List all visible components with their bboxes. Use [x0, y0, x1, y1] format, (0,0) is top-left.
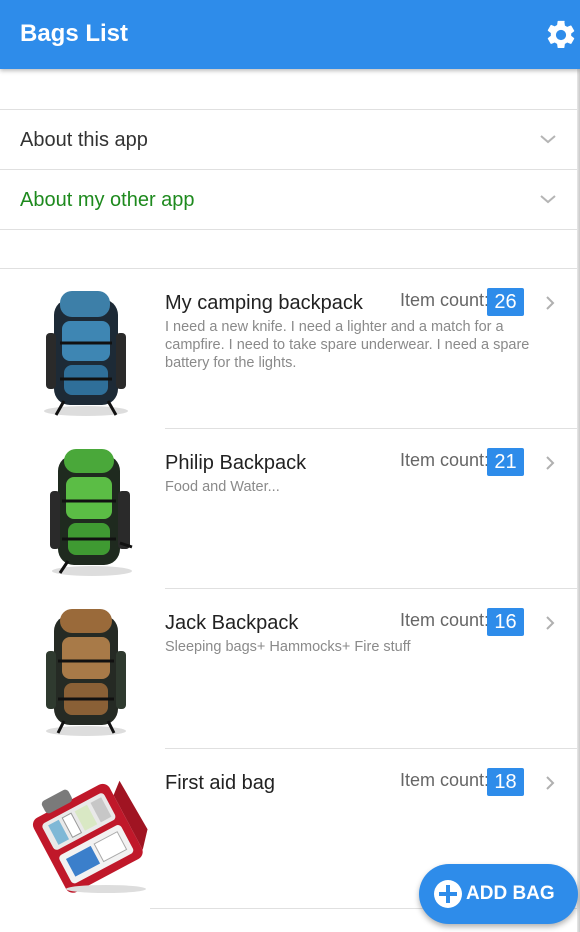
info-accordion: About this app About my other app	[0, 109, 577, 230]
bag-name: First aid bag	[165, 772, 276, 794]
gear-icon	[547, 20, 575, 49]
bag-description: Sleeping bags+ Hammocks+ Fire stuff	[165, 639, 411, 655]
bag-name: Philip Backpack	[165, 452, 307, 474]
accordion-label: About this app	[20, 129, 148, 151]
chevron-right-icon	[546, 296, 555, 310]
bag-name: My camping backpack	[165, 292, 363, 314]
page-title: Bags List	[20, 20, 129, 47]
accordion-about-this-app[interactable]: About this app	[0, 109, 577, 169]
item-count-badge: 18	[487, 768, 524, 796]
first-aid-kit-image	[32, 780, 148, 893]
item-count-label: Item count:	[400, 450, 490, 470]
chevron-right-icon	[546, 616, 555, 630]
accordion-label: About my other app	[20, 189, 195, 211]
add-bag-button[interactable]: ADD BAG	[419, 864, 578, 924]
list-item[interactable]: Jack Backpack Sleeping bags+ Hammocks+ F…	[0, 589, 577, 749]
accordion-about-my-other-app[interactable]: About my other app	[0, 169, 577, 230]
chevron-down-icon	[540, 195, 556, 204]
bag-description: Food and Water...	[165, 479, 280, 495]
chevron-right-icon	[546, 456, 555, 470]
item-count-label: Item count:	[400, 290, 490, 310]
list-item[interactable]: Philip Backpack Food and Water... Item c…	[0, 429, 577, 589]
chevron-down-icon	[540, 135, 556, 144]
bag-list: My camping backpack I need a new knife. …	[0, 268, 577, 909]
brown-backpack-image	[46, 609, 126, 736]
item-count-label: Item count:	[400, 770, 490, 790]
item-count-badge: 26	[487, 288, 524, 316]
settings-button[interactable]	[544, 18, 578, 52]
chevron-right-icon	[546, 776, 555, 790]
green-backpack-image	[50, 449, 133, 576]
add-bag-label: ADD BAG	[466, 883, 555, 904]
item-count-badge: 16	[487, 608, 524, 636]
blue-backpack-image	[44, 291, 128, 416]
plus-circle-icon	[434, 880, 462, 908]
bag-description: I need a new knife. I need a lighter and…	[165, 319, 530, 371]
item-count-label: Item count:	[400, 610, 490, 630]
list-item[interactable]: My camping backpack I need a new knife. …	[0, 269, 577, 429]
bag-name: Jack Backpack	[165, 612, 299, 634]
item-count-badge: 21	[487, 448, 524, 476]
app-bar: Bags List	[0, 0, 580, 69]
